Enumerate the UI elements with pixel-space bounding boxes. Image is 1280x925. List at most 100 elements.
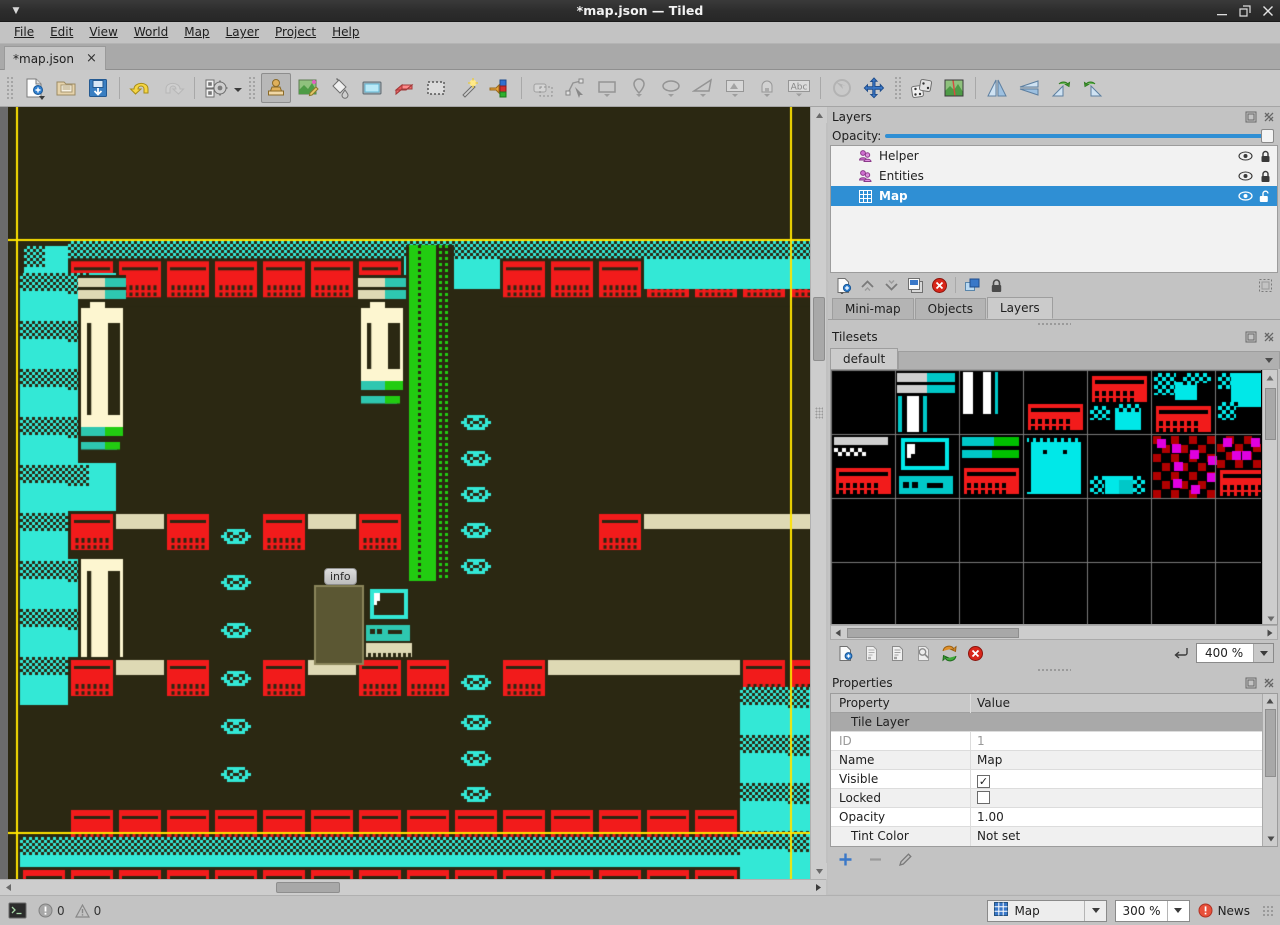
menu-project[interactable]: Project — [267, 23, 324, 42]
eraser-icon[interactable] — [389, 73, 419, 103]
rotate-right-icon[interactable] — [1078, 73, 1108, 103]
properties-group-row[interactable]: Tile Layer — [831, 713, 1277, 732]
map-canvas-area[interactable]: info — [0, 107, 826, 894]
tab-mini-map[interactable]: Mini-map — [832, 298, 914, 319]
zoom-level-selector[interactable]: 300 % — [1115, 899, 1190, 922]
embed-tileset-icon[interactable] — [860, 643, 882, 663]
flip-vertical-icon[interactable] — [1014, 73, 1044, 103]
panel-splitter-handle-2[interactable] — [828, 666, 1280, 673]
close-icon[interactable]: × — [86, 52, 97, 65]
opacity-slider[interactable] — [885, 128, 1274, 144]
scrollbar-thumb[interactable] — [276, 882, 340, 893]
slider-knob[interactable] — [1261, 129, 1274, 143]
remove-circle-icon[interactable] — [964, 643, 986, 663]
tileset-horizontal-scrollbar[interactable] — [830, 625, 1278, 640]
toolbar-drag-handle[interactable] — [6, 76, 14, 100]
panel-splitter-handle[interactable] — [828, 320, 1280, 327]
export-tileset-icon[interactable] — [886, 643, 908, 663]
chevron-down-icon[interactable] — [880, 275, 902, 295]
float-panel-icon[interactable] — [1244, 330, 1258, 344]
document-tab-map-json[interactable]: *map.json × — [4, 46, 106, 70]
tab-layers[interactable]: Layers — [986, 297, 1053, 319]
menu-view[interactable]: View — [81, 23, 125, 42]
canvas-vertical-scrollbar[interactable] — [810, 107, 827, 879]
properties-vertical-scrollbar[interactable] — [1262, 694, 1277, 846]
warning-count[interactable]: 0 — [74, 903, 101, 918]
chevron-down-icon[interactable] — [232, 73, 244, 103]
undo-arrow-icon[interactable] — [126, 73, 156, 103]
pencil-icon[interactable] — [894, 849, 916, 869]
padlock-icon[interactable] — [985, 275, 1007, 295]
delete-circle-icon[interactable] — [928, 275, 950, 295]
shape-fill-icon[interactable] — [357, 73, 387, 103]
minus-icon[interactable] — [864, 849, 886, 869]
scroll-down-button[interactable] — [1263, 611, 1277, 624]
property-row-name[interactable]: Name Map — [831, 750, 1277, 770]
paint-bucket-icon[interactable] — [325, 73, 355, 103]
info-object-label[interactable]: info — [324, 568, 357, 585]
eye-icon[interactable] — [1237, 148, 1253, 164]
edit-tileset-icon[interactable] — [912, 643, 934, 663]
chevron-down-icon[interactable] — [1166, 900, 1189, 921]
tileset-tab-default[interactable]: default — [830, 348, 899, 369]
window-resize-grip[interactable] — [1262, 904, 1274, 917]
float-panel-icon[interactable] — [1244, 676, 1258, 690]
close-icon[interactable] — [1262, 5, 1274, 17]
tile-map-canvas[interactable] — [8, 107, 810, 879]
tileset-zoom-combo[interactable]: 400 % — [1196, 643, 1274, 663]
dice-icon[interactable] — [907, 73, 937, 103]
close-panel-icon[interactable] — [1262, 330, 1276, 344]
scroll-right-button[interactable] — [1263, 626, 1277, 639]
close-panel-icon[interactable] — [1262, 676, 1276, 690]
layer-row-entities[interactable]: Entities — [831, 166, 1277, 186]
scroll-down-button[interactable] — [811, 863, 827, 879]
chevron-down-icon[interactable] — [1084, 900, 1106, 921]
replace-tileset-icon[interactable] — [938, 643, 960, 663]
new-document-icon[interactable] — [19, 73, 49, 103]
new-tileset-icon[interactable] — [834, 643, 856, 663]
property-value[interactable]: Map — [971, 751, 1277, 770]
minimize-icon[interactable] — [1216, 5, 1228, 17]
scrollbar-thumb[interactable] — [847, 628, 1019, 638]
new-layer-icon[interactable] — [832, 275, 854, 295]
gears-icon[interactable] — [201, 73, 231, 103]
current-layer-selector[interactable]: Map — [987, 899, 1108, 922]
scroll-up-button[interactable] — [1263, 370, 1277, 385]
scrollbar-thumb[interactable] — [1265, 388, 1276, 440]
extras-drag-handle[interactable] — [894, 76, 902, 100]
news-button[interactable]: News — [1198, 903, 1250, 918]
property-row-id[interactable]: ID 1 — [831, 731, 1277, 751]
tileset-tab-overflow[interactable] — [898, 351, 1280, 369]
terminal-icon[interactable] — [6, 901, 28, 921]
stamp-icon[interactable] — [261, 73, 291, 103]
map-viewport[interactable]: info — [8, 107, 810, 879]
scroll-up-button[interactable] — [811, 107, 827, 123]
maximize-icon[interactable] — [1239, 5, 1251, 17]
chevron-down-icon[interactable] — [1253, 644, 1273, 662]
show-hide-layers-icon[interactable] — [961, 275, 983, 295]
property-row-tint-color[interactable]: Tint Color Not set — [831, 827, 1277, 846]
terrain-brush-icon[interactable] — [293, 73, 323, 103]
menu-file[interactable]: File — [6, 23, 42, 42]
layer-row-helper[interactable]: Helper — [831, 146, 1277, 166]
rotate-left-icon[interactable] — [1046, 73, 1076, 103]
property-row-opacity[interactable]: Opacity 1.00 — [831, 807, 1277, 827]
scroll-right-button[interactable] — [810, 880, 826, 895]
menu-world[interactable]: World — [126, 23, 176, 42]
flip-horizontal-icon[interactable] — [982, 73, 1012, 103]
magic-wand-icon[interactable] — [453, 73, 483, 103]
tools-drag-handle[interactable] — [248, 76, 256, 100]
pan-move-icon[interactable] — [859, 73, 889, 103]
tileset-view[interactable] — [830, 369, 1278, 625]
property-value[interactable]: Not set — [971, 827, 1277, 846]
canvas-horizontal-scrollbar[interactable] — [0, 879, 826, 895]
property-row-locked[interactable]: Locked — [831, 788, 1277, 808]
tileset-image-icon[interactable] — [939, 73, 969, 103]
properties-table[interactable]: Property Value Tile Layer ID 1 Name Map … — [830, 693, 1278, 847]
error-count[interactable]: 0 — [38, 903, 65, 918]
open-folder-icon[interactable] — [51, 73, 81, 103]
menu-map[interactable]: Map — [176, 23, 217, 42]
visible-checkbox[interactable]: ✓ — [977, 774, 990, 788]
menu-layer[interactable]: Layer — [218, 23, 267, 42]
padlock-locked-icon[interactable] — [1257, 148, 1273, 164]
